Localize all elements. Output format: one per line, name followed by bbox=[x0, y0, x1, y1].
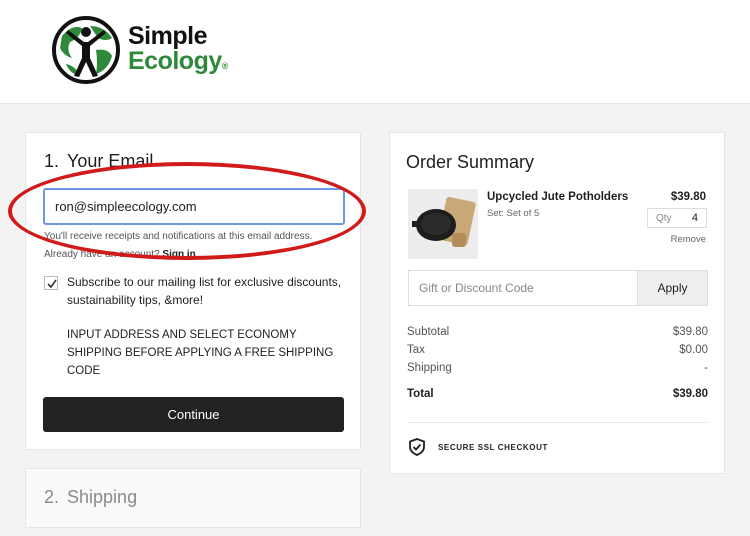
tax-row: Tax $0.00 bbox=[407, 344, 708, 356]
account-prompt-text: Already have an account? bbox=[44, 249, 160, 260]
product-thumbnail bbox=[408, 189, 478, 259]
shipping-step-heading: 2. Shipping bbox=[44, 487, 137, 508]
brand-wordmark: Simple Ecology® bbox=[128, 24, 228, 79]
order-summary-card: Order Summary Upcycled Jute Potholders S… bbox=[389, 132, 725, 474]
subtotal-row: Subtotal $39.80 bbox=[407, 326, 708, 338]
account-prompt: Already have an account? Sign in bbox=[44, 249, 196, 260]
step-number: 1. bbox=[44, 151, 60, 171]
subscribe-label: Subscribe to our mailing list for exclus… bbox=[67, 275, 342, 307]
shipping-step-card[interactable]: 2. Shipping bbox=[25, 468, 361, 528]
brand-line2: Ecology® bbox=[128, 49, 228, 79]
globe-person-logo-icon bbox=[52, 16, 120, 84]
shipping-value: - bbox=[704, 362, 708, 374]
total-label: Total bbox=[407, 388, 434, 400]
email-hint: You'll receive receipts and notification… bbox=[44, 231, 313, 242]
order-summary-title: Order Summary bbox=[406, 152, 535, 172]
secure-checkout-label: SECURE SSL CHECKOUT bbox=[438, 443, 548, 452]
remove-link[interactable]: Remove bbox=[671, 234, 706, 245]
tax-label: Tax bbox=[407, 344, 425, 356]
total-value: $39.80 bbox=[672, 388, 708, 400]
shipping-label: Shipping bbox=[407, 362, 452, 374]
email-step-heading: 1. Your Email bbox=[44, 151, 153, 172]
step-title: Your Email bbox=[67, 151, 154, 171]
summary-divider bbox=[407, 422, 708, 423]
shipping-step-title: Shipping bbox=[67, 487, 138, 507]
checkmark-icon bbox=[47, 279, 57, 289]
subtotal-label: Subtotal bbox=[407, 326, 450, 338]
shipping-step-number: 2. bbox=[44, 487, 60, 507]
quantity-stepper[interactable]: Qty 4 bbox=[647, 208, 707, 228]
qty-label: Qty bbox=[656, 213, 672, 224]
product-price: $39.80 bbox=[670, 191, 706, 203]
brand-line1: Simple bbox=[128, 22, 207, 50]
shipping-row: Shipping - bbox=[407, 362, 708, 374]
potholder-pan-image bbox=[408, 189, 478, 259]
discount-code-input[interactable] bbox=[408, 270, 638, 306]
sign-in-link[interactable]: Sign in bbox=[162, 249, 195, 260]
email-field[interactable] bbox=[43, 188, 345, 225]
site-header: Simple Ecology® bbox=[0, 0, 750, 104]
total-row: Total $39.80 bbox=[407, 388, 708, 400]
continue-button[interactable]: Continue bbox=[43, 397, 344, 432]
shield-check-icon bbox=[409, 438, 425, 456]
shipping-notice: INPUT ADDRESS AND SELECT ECONOMY SHIPPIN… bbox=[67, 329, 334, 377]
brand-logo[interactable]: Simple Ecology® bbox=[52, 16, 228, 84]
email-step-card: 1. Your Email You'll receive receipts and… bbox=[25, 132, 361, 450]
registered-mark: ® bbox=[221, 61, 229, 71]
qty-value: 4 bbox=[691, 212, 698, 224]
brand-line2-text: Ecology bbox=[128, 47, 222, 75]
tax-value: $0.00 bbox=[679, 344, 708, 356]
subtotal-value: $39.80 bbox=[672, 326, 708, 338]
apply-button[interactable]: Apply bbox=[637, 270, 708, 306]
product-variant: Set: Set of 5 bbox=[487, 208, 540, 219]
subscribe-checkbox[interactable] bbox=[44, 276, 58, 290]
product-name[interactable]: Upcycled Jute Potholders bbox=[487, 191, 628, 203]
